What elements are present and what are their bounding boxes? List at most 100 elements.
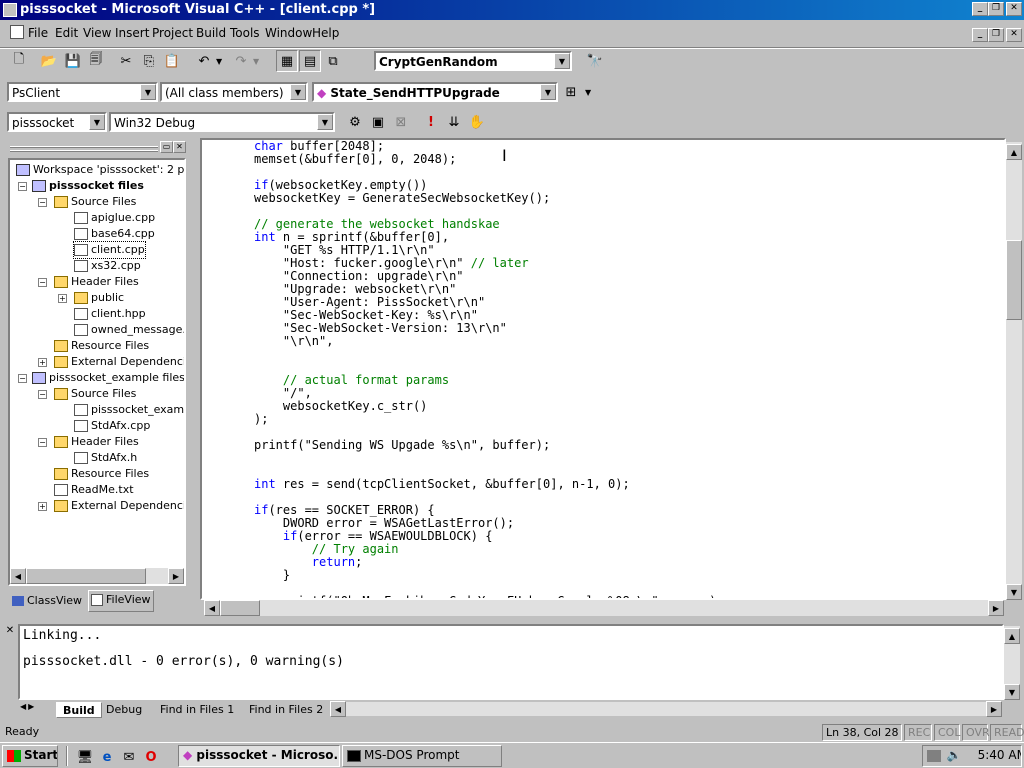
panel-close-icon[interactable]: ✕ [173,141,186,153]
tree-resource-files[interactable]: Resource Files [54,338,149,354]
close-icon[interactable]: ✕ [1006,2,1022,16]
build-icon[interactable]: ▣ [367,111,389,133]
taskbar-msvc-button[interactable]: ◆ pisssocket - Microso... [178,745,340,767]
tree-header-files[interactable]: Header Files [54,274,139,290]
scroll-right-icon[interactable]: ▶ [988,600,1004,616]
document-icon[interactable] [10,25,24,39]
tree-project-example[interactable]: pisssocket_example files [32,370,184,386]
members-combo-dropdown-icon[interactable]: ▼ [290,84,306,100]
function-combo-dropdown-icon[interactable]: ▼ [540,84,556,100]
save-all-icon[interactable]: 🗐 [85,50,107,72]
restore-icon[interactable]: ❐ [988,2,1004,16]
scroll-right-icon[interactable]: ▶ [168,568,184,584]
tab-classview[interactable]: ClassView [10,592,86,612]
expand-icon[interactable]: + [38,358,47,367]
function-combo[interactable]: ◆ State_SendHTTPUpgrade [312,82,558,102]
wizard-actions-icon[interactable]: ⊞ [560,81,582,103]
find-in-files-icon[interactable]: 🔭 [584,50,606,72]
expand-icon[interactable]: + [58,294,67,303]
tree-file-example[interactable]: pisssocket_exampl [74,402,184,418]
tree-file-readme[interactable]: ReadMe.txt [54,482,134,498]
cut-icon[interactable]: ✂ [115,50,137,72]
opera-icon[interactable]: O [140,746,162,768]
menu-file[interactable]: File [28,26,48,40]
redo-icon[interactable]: ↷ [230,50,252,72]
undo-icon[interactable]: ↶ [193,50,215,72]
workspace-toggle-icon[interactable]: ▦ [276,50,298,72]
collapse-icon[interactable]: − [38,198,47,207]
tab-find-in-files-2[interactable]: Find in Files 2 [243,702,329,718]
collapse-icon[interactable]: − [38,438,47,447]
editor-hscrollbar[interactable] [204,600,1004,616]
code-text[interactable]: char buffer[2048]; memset(&buffer[0], 0,… [254,140,724,598]
menu-help[interactable]: Help [312,26,339,40]
config-combo-dropdown-icon[interactable]: ▼ [317,114,333,130]
output-hscrollbar[interactable] [330,702,1000,716]
scroll-down-icon[interactable]: ▼ [1004,684,1020,700]
menu-tools[interactable]: Tools [230,26,260,40]
scroll-right-icon[interactable]: ▶ [986,701,1002,717]
tray-network-icon[interactable] [927,749,941,762]
code-editor[interactable]: char buffer[2048]; memset(&buffer[0], 0,… [200,138,1006,600]
scroll-left-icon[interactable]: ◀ [10,568,26,584]
collapse-icon[interactable]: − [18,182,27,191]
tree-file-base64[interactable]: base64.cpp [74,226,155,242]
tree-file-stdafx-cpp[interactable]: StdAfx.cpp [74,418,150,434]
output-window[interactable]: Linking... pisssocket.dll - 0 error(s), … [18,624,1004,700]
tree-file-stdafx-h[interactable]: StdAfx.h [74,450,137,466]
collapse-icon[interactable]: − [38,390,47,399]
collapse-icon[interactable]: − [18,374,27,383]
scroll-left-icon[interactable]: ◀ [330,701,346,717]
show-desktop-icon[interactable]: 🖥 [74,746,96,768]
tree-file-xs32[interactable]: xs32.cpp [74,258,141,274]
editor-hscroll-thumb[interactable] [220,600,260,616]
tree-external-deps-2[interactable]: External Dependencies [54,498,184,514]
tab-debug[interactable]: Debug [100,702,148,718]
scroll-down-icon[interactable]: ▼ [1006,584,1022,600]
panel-restore-icon[interactable]: ▭ [160,141,173,153]
tree-file-owned-message[interactable]: owned_message.h [74,322,184,338]
paste-icon[interactable]: 📋 [161,50,183,72]
insert-breakpoint-icon[interactable]: ✋ [466,111,488,133]
undo-dropdown-icon[interactable]: ▼ [216,57,222,66]
menu-project[interactable]: Project [152,26,193,40]
go-icon[interactable]: ⇊ [443,111,465,133]
mdi-close-icon[interactable]: ✕ [1006,28,1022,42]
menu-edit[interactable]: Edit [55,26,78,40]
outlook-express-icon[interactable]: ✉ [118,746,140,768]
tree-file-client-hpp[interactable]: client.hpp [74,306,146,322]
output-close-icon[interactable]: ✕ [4,626,16,638]
tree-external-deps[interactable]: External Dependencies [54,354,184,370]
tree-workspace[interactable]: Workspace 'pisssocket': 2 proje [16,162,184,178]
editor-vscrollbar[interactable] [1006,142,1022,600]
menu-view[interactable]: View [83,26,111,40]
minimize-icon[interactable]: _ [972,2,988,16]
execute-icon[interactable]: ! [420,111,442,133]
find-combo-dropdown-icon[interactable]: ▼ [554,53,570,69]
tab-fileview[interactable]: FileView [88,590,154,612]
class-combo[interactable]: PsClient [7,82,158,102]
redo-dropdown-icon[interactable]: ▼ [253,57,259,66]
members-combo[interactable]: (All class members) [160,82,308,102]
project-combo-dropdown-icon[interactable]: ▼ [89,114,105,130]
tree-project-pisssocket[interactable]: pisssocket files [32,178,144,194]
window-list-icon[interactable]: ⧉ [322,50,344,72]
compile-icon[interactable]: ⚙ [344,111,366,133]
collapse-icon[interactable]: − [38,278,47,287]
mdi-restore-icon[interactable]: ❐ [988,28,1004,42]
tree-source-files-2[interactable]: Source Files [54,386,136,402]
output-toggle-icon[interactable]: ▤ [299,50,321,72]
menu-insert[interactable]: Insert [115,26,149,40]
taskbar-msdos-button[interactable]: MS-DOS Prompt [342,745,502,767]
tab-scroll-arrows-icon[interactable]: ◀▶ [20,702,36,711]
expand-icon[interactable]: + [38,502,47,511]
save-icon[interactable]: 💾 [62,50,84,72]
editor-vscroll-thumb[interactable] [1006,240,1022,320]
file-tree[interactable]: Workspace 'pisssocket': 2 proje − pissso… [8,158,186,586]
open-icon[interactable]: 📂 [38,50,60,72]
tree-scroll-thumb[interactable] [26,568,146,584]
tree-resource-files-2[interactable]: Resource Files [54,466,149,482]
tray-speaker-icon[interactable]: 🔈 [947,748,962,762]
internet-explorer-icon[interactable]: e [96,746,118,768]
app-icon[interactable] [3,3,17,17]
